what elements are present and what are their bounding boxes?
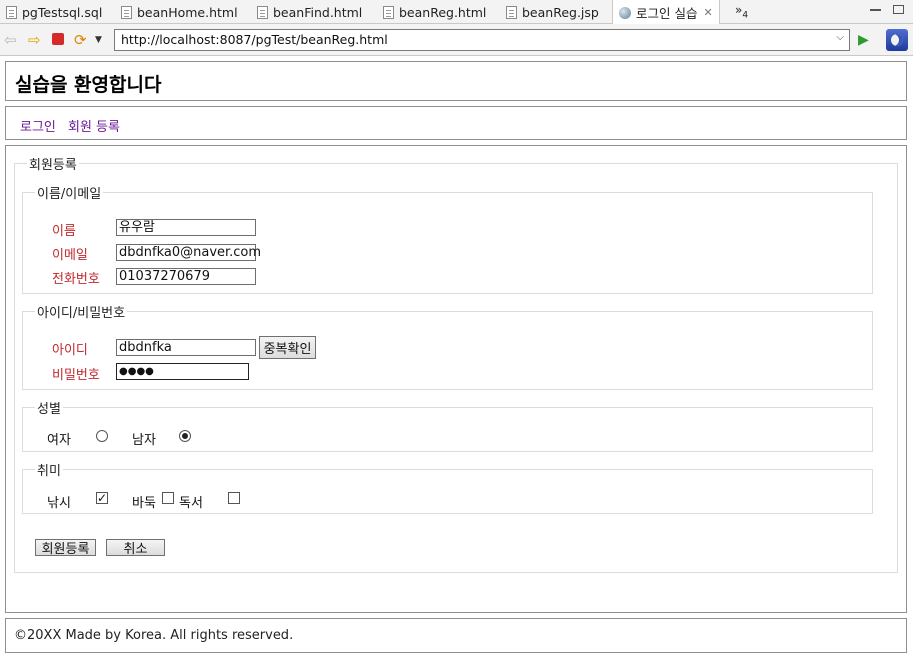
tab-label: beanHome.html (137, 4, 238, 20)
back-arrow-icon[interactable]: ⇦ (4, 30, 17, 50)
tab-beanhome[interactable]: beanHome.html (121, 0, 238, 24)
nav-link-register[interactable]: 회원 등록 (68, 116, 120, 135)
url-text: http://localhost:8087/pgTest/beanReg.htm… (121, 32, 388, 47)
maximize-button[interactable] (893, 5, 904, 14)
name-input[interactable]: 유우람 (116, 219, 256, 236)
reading-checkbox[interactable] (228, 492, 240, 504)
browser-toolbar: ⇦ ⇨ ⟳ ▼ http://localhost:8087/pgTest/bea… (0, 24, 913, 56)
phone-input[interactable]: 01037270679 (116, 268, 256, 285)
fishing-label: 낚시 (47, 496, 71, 511)
nav-bar: 로그인 회원 등록 (5, 106, 907, 140)
cancel-button[interactable]: 취소 (106, 539, 165, 557)
tab-label: beanReg.html (399, 4, 487, 20)
nav-link-login[interactable]: 로그인 (20, 116, 56, 135)
duplicate-check-button[interactable]: 중복확인 (259, 336, 316, 359)
id-label: 아이디 (52, 343, 88, 358)
tab-beanreg-html[interactable]: beanReg.html (383, 0, 486, 24)
minimize-button[interactable] (870, 5, 881, 11)
female-radio[interactable] (96, 430, 108, 442)
tab-login-practice[interactable]: 로그인 실습 ✕ (612, 0, 720, 25)
tab-overflow-button[interactable]: »4 (735, 3, 748, 20)
stop-icon[interactable] (52, 33, 64, 45)
overflow-count: 4 (742, 10, 749, 21)
name-email-legend: 이름/이메일 (37, 187, 102, 202)
go-icon[interactable]: ▶ (858, 30, 869, 50)
editor-tab-bar: pgTestsql.sql beanHome.html beanFind.htm… (0, 0, 913, 25)
tab-label: pgTestsql.sql (22, 4, 103, 20)
tab-label: beanReg.jsp (522, 4, 599, 20)
id-password-legend: 아이디/비밀번호 (37, 306, 126, 321)
register-submit-button[interactable]: 회원등록 (35, 539, 96, 557)
hobby-legend: 취미 (37, 464, 61, 479)
female-label: 여자 (47, 433, 71, 448)
refresh-icon[interactable]: ⟳ (74, 30, 87, 50)
id-input[interactable]: dbdnfka (116, 339, 256, 356)
tab-beanfind[interactable]: beanFind.html (257, 0, 362, 24)
file-icon (6, 5, 17, 19)
main-content: 회원등록 이름/이메일 이름 유우람 이메일 dbdnfka0@naver.co… (5, 145, 907, 613)
chevron-down-icon[interactable]: ▼ (95, 30, 102, 50)
page-footer: ©20XX Made by Korea. All rights reserved… (5, 618, 907, 653)
baduk-checkbox[interactable] (162, 492, 174, 504)
tab-label: 로그인 실습 (636, 6, 698, 21)
male-radio[interactable] (179, 430, 191, 442)
fishing-checkbox[interactable]: ✓ (96, 492, 108, 504)
close-icon[interactable]: ✕ (703, 6, 712, 19)
page-header: 실습을 환영합니다 (5, 61, 907, 101)
tab-pgtestsql[interactable]: pgTestsql.sql (6, 0, 102, 24)
forward-arrow-icon[interactable]: ⇨ (28, 30, 41, 50)
baduk-label: 바둑 (132, 496, 156, 511)
url-input[interactable]: http://localhost:8087/pgTest/beanReg.htm… (114, 29, 850, 51)
email-input[interactable]: dbdnfka0@naver.com (116, 244, 261, 261)
chevron-down-icon[interactable]: ⌵ (836, 32, 844, 43)
registration-legend: 회원등록 (29, 158, 77, 173)
email-label: 이메일 (52, 248, 88, 263)
page-title: 실습을 환영합니다 (15, 74, 162, 96)
password-label: 비밀번호 (52, 368, 100, 383)
gender-legend: 성별 (37, 402, 61, 417)
footer-text: ©20XX Made by Korea. All rights reserved… (14, 628, 294, 643)
password-input[interactable]: ●●●● (116, 363, 249, 380)
globe-icon (619, 6, 631, 19)
file-icon (121, 5, 132, 19)
male-label: 남자 (132, 433, 156, 448)
name-label: 이름 (52, 224, 76, 239)
reading-label: 독서 (179, 496, 203, 511)
tab-beanreg-jsp[interactable]: beanReg.jsp (506, 0, 599, 24)
file-icon (506, 5, 517, 19)
file-icon (383, 5, 394, 19)
phone-label: 전화번호 (52, 272, 100, 287)
file-icon (257, 5, 268, 19)
tab-label: beanFind.html (273, 4, 363, 20)
browser-logo-icon[interactable] (886, 29, 908, 51)
